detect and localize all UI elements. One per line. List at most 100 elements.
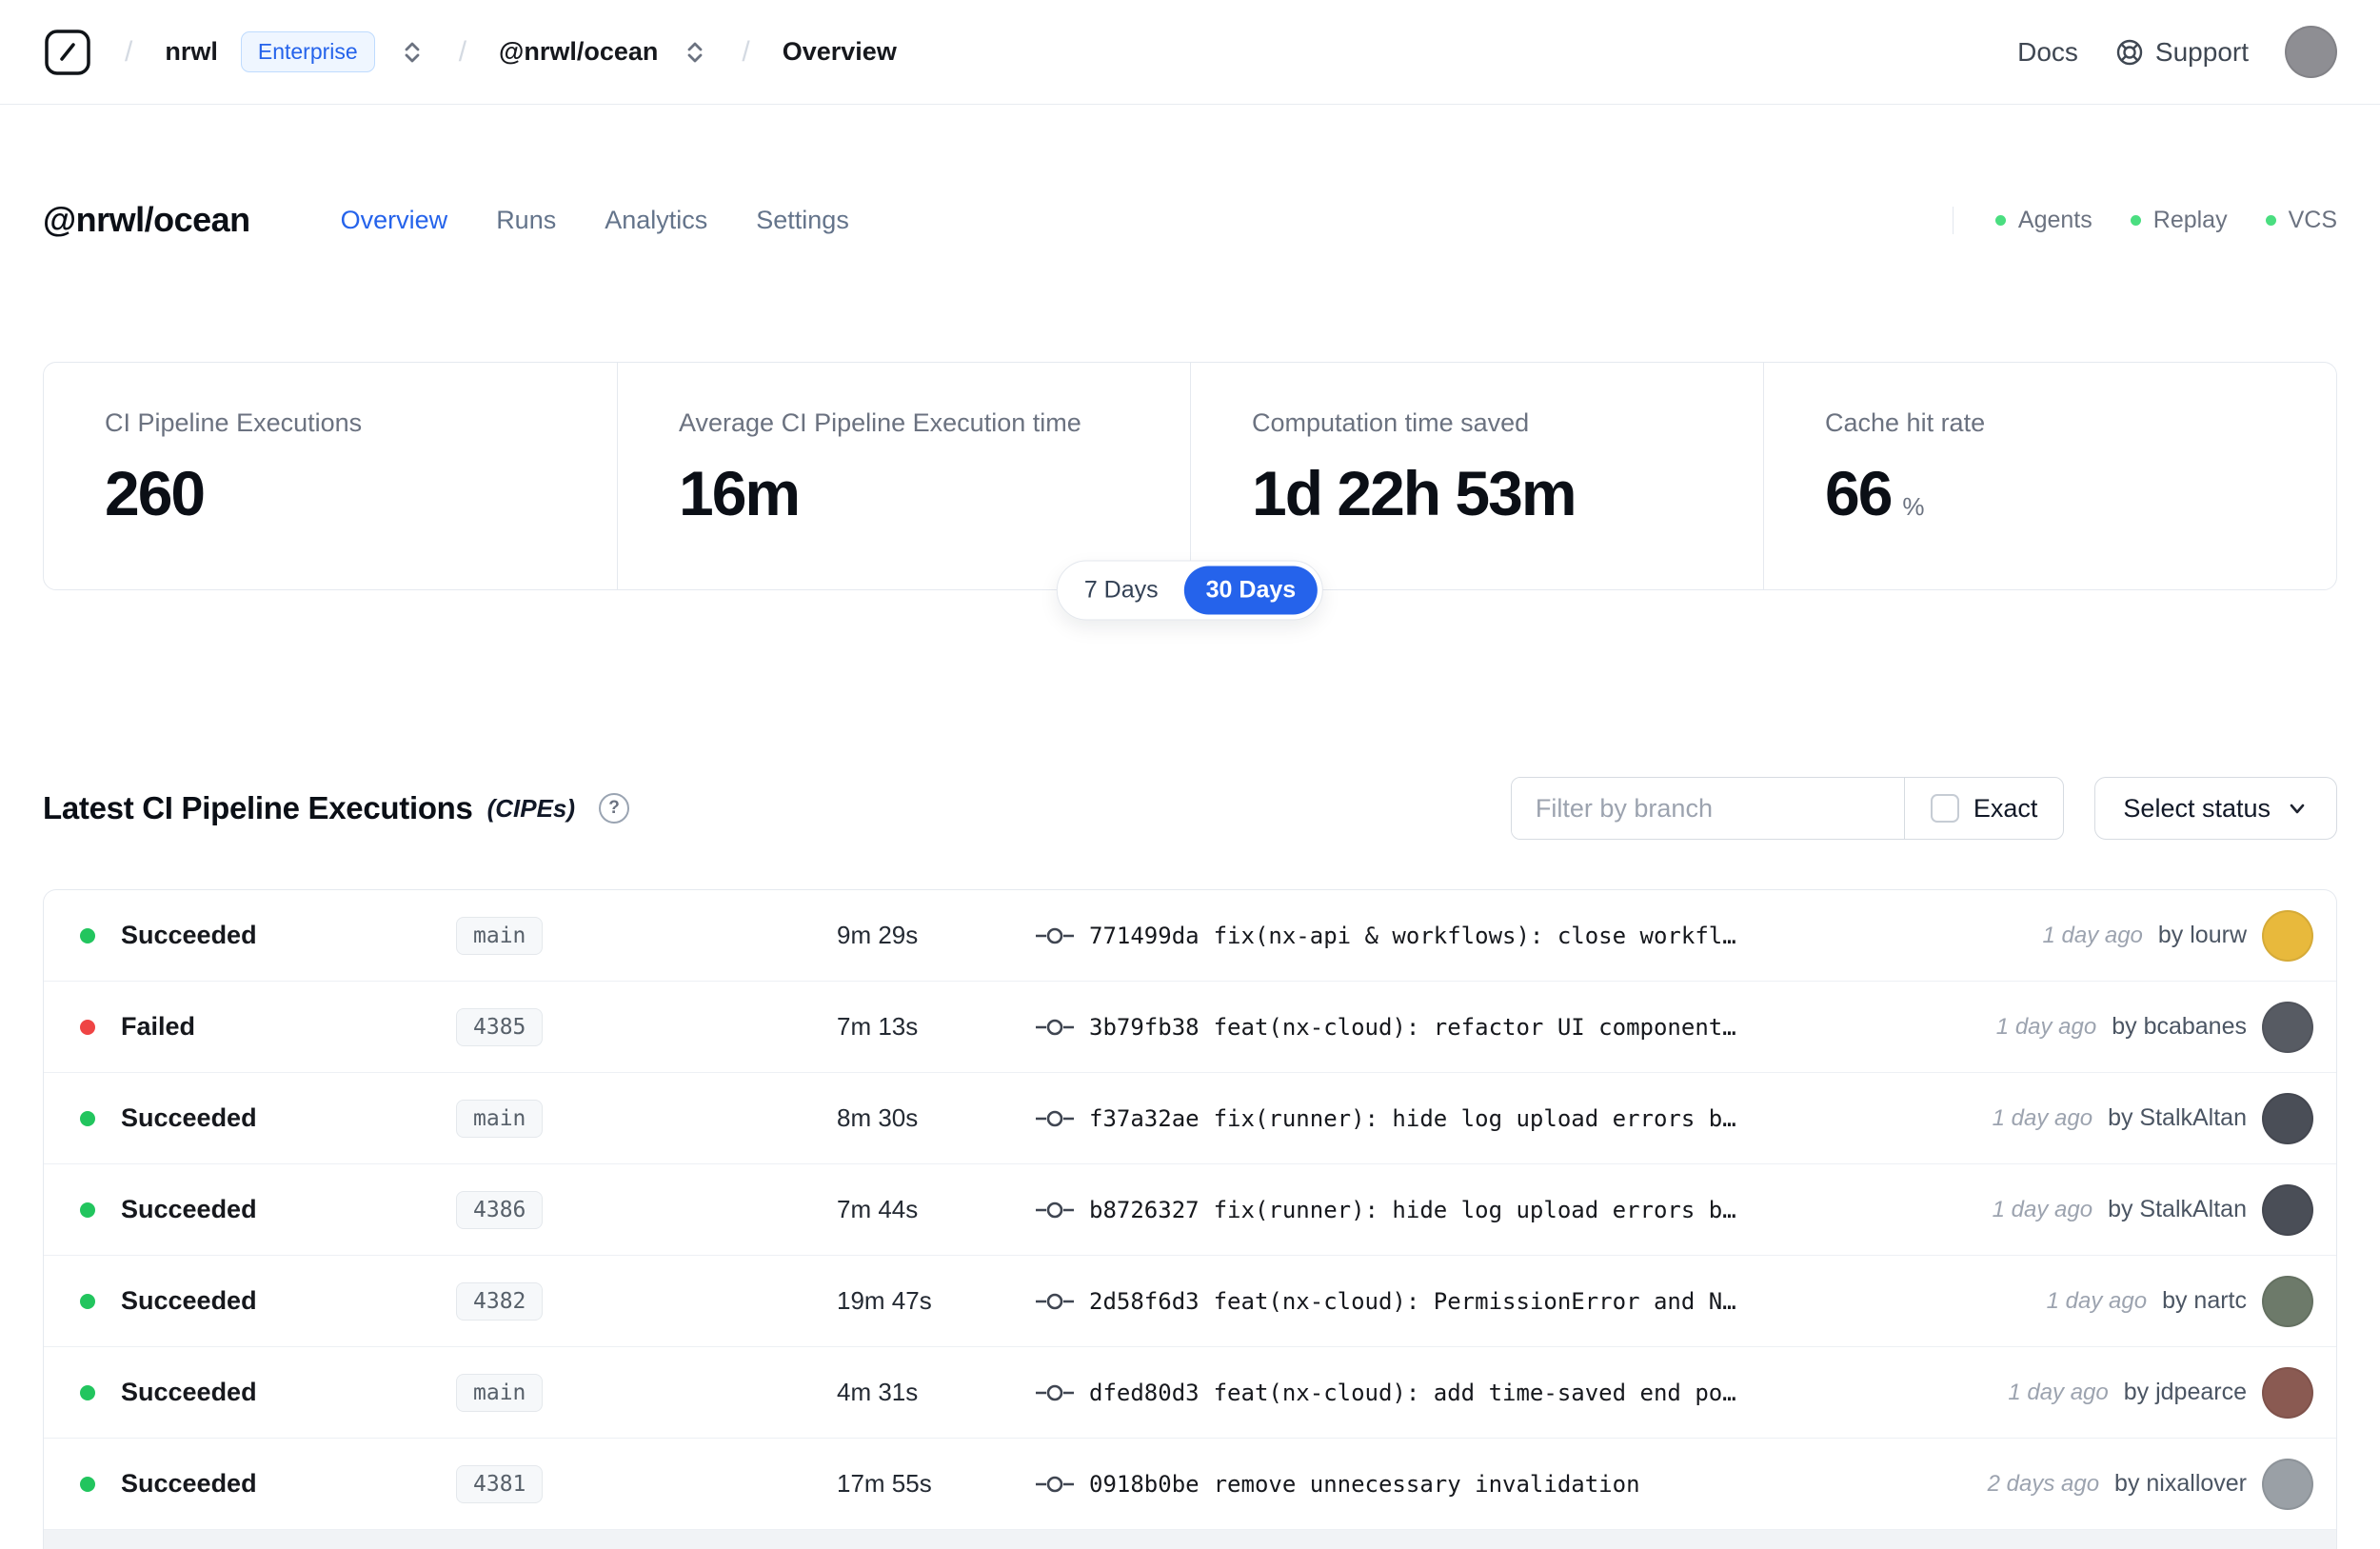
cipe-row[interactable]: Succeeded 4386 7m 44s b8726327 fix(runner… <box>44 1164 2336 1256</box>
breadcrumb-workspace[interactable]: @nrwl/ocean <box>499 37 658 67</box>
range-7-days-button[interactable]: 7 Days <box>1062 566 1180 615</box>
cipe-row[interactable]: Failed 4385 7m 13s 3b79fb38 feat(nx-cloud… <box>44 982 2336 1073</box>
time-ago: 1 day ago <box>2042 922 2143 948</box>
branch-badge: main <box>456 1373 544 1412</box>
branch-cell: main <box>456 1099 837 1138</box>
range-30-days-button[interactable]: 30 Days <box>1183 566 1319 615</box>
tab-analytics[interactable]: Analytics <box>605 206 707 235</box>
stat-card-cache-hit-rate: Cache hit rate 66% <box>1763 363 2336 589</box>
stat-label: Cache hit rate <box>1825 408 1986 437</box>
row-meta: 1 day ago by jdpearce <box>2008 1366 2313 1419</box>
breadcrumb: / nrwl Enterprise / @nrwl/ocean / Overvi… <box>43 28 897 77</box>
exact-match-toggle[interactable]: Exact <box>1903 778 2064 839</box>
support-link[interactable]: Support <box>2114 37 2249 68</box>
tab-settings[interactable]: Settings <box>756 206 849 235</box>
status-dot-icon <box>80 1110 95 1126</box>
author-avatar <box>2262 1458 2313 1510</box>
commit-message: feat(nx-cloud): refactor UI component… <box>1213 1013 1736 1041</box>
branch-cell: main <box>456 916 837 955</box>
stat-card-avg-time: Average CI Pipeline Execution time 16m <box>617 363 1190 589</box>
time-ago: 2 days ago <box>1987 1470 2100 1497</box>
stat-label: Average CI Pipeline Execution time <box>679 408 1081 437</box>
breadcrumb-org[interactable]: nrwl <box>165 37 218 67</box>
cipe-row[interactable]: Succeeded 4381 17m 55s 0918b0be remove un… <box>44 1439 2336 1530</box>
status-dot-icon <box>80 1201 95 1218</box>
cipe-row[interactable]: Succeeded 4382 19m 47s 2d58f6d3 feat(nx-c… <box>44 1256 2336 1347</box>
branch-filter-input[interactable] <box>1511 778 1904 839</box>
author: by nartc <box>2162 1287 2247 1314</box>
breadcrumb-separator: / <box>458 35 467 68</box>
tab-overview[interactable]: Overview <box>341 206 448 235</box>
cipes-subtitle: (CIPEs) <box>486 793 576 823</box>
commit-message: feat(nx-cloud): PermissionError and N… <box>1213 1287 1736 1315</box>
user-avatar[interactable] <box>2285 26 2337 78</box>
row-meta: 1 day ago by StalkAltan <box>1992 1092 2313 1144</box>
time-ago: 1 day ago <box>1992 1104 2093 1131</box>
time-ago: 1 day ago <box>2008 1379 2109 1405</box>
chevron-down-icon <box>2290 804 2305 814</box>
row-meta: 1 day ago by bcabanes <box>1996 1001 2313 1053</box>
table-next-row-partial <box>44 1530 2336 1549</box>
cipe-status: Succeeded <box>121 1286 257 1315</box>
workspace-switcher-button[interactable] <box>681 36 709 69</box>
cipes-header: Latest CI Pipeline Executions (CIPEs) ? … <box>43 777 2337 840</box>
cipes-section: Latest CI Pipeline Executions (CIPEs) ? … <box>43 590 2337 1549</box>
branch-badge: main <box>456 916 544 955</box>
git-commit-icon <box>1036 1473 1074 1496</box>
org-switcher-button[interactable] <box>398 36 426 69</box>
cipe-row[interactable]: Succeeded main 9m 29s 771499da fix(nx-api… <box>44 890 2336 982</box>
author-avatar <box>2262 909 2313 962</box>
workspace-tabs: Overview Runs Analytics Settings <box>341 206 849 235</box>
indicator-vcs[interactable]: VCS <box>2265 207 2337 234</box>
green-dot-icon <box>2265 214 2276 226</box>
row-meta: 1 day ago by StalkAltan <box>1993 1183 2313 1236</box>
enterprise-badge: Enterprise <box>240 31 375 72</box>
topbar: / nrwl Enterprise / @nrwl/ocean / Overvi… <box>0 0 2380 105</box>
cipe-row[interactable]: Succeeded main 4m 31s dfed80d3 feat(nx-cl… <box>44 1347 2336 1439</box>
exact-checkbox[interactable] <box>1930 794 1959 823</box>
indicator-label: Replay <box>2152 206 2228 233</box>
green-dot-icon <box>1994 214 2006 226</box>
branch-cell: 4386 <box>456 1190 837 1229</box>
author-avatar <box>2262 1366 2313 1419</box>
docs-link[interactable]: Docs <box>2017 37 2078 68</box>
branch-badge: 4382 <box>456 1281 544 1321</box>
stat-value: 16m <box>679 458 801 528</box>
cipes-title: Latest CI Pipeline Executions <box>43 790 473 825</box>
commit-text: dfed80d3 feat(nx-cloud): add time-saved e… <box>1089 1380 1985 1406</box>
row-meta: 1 day ago by nartc <box>2046 1275 2313 1327</box>
branch-cell: main <box>456 1373 837 1412</box>
stats-cards: CI Pipeline Executions 260 Average CI Pi… <box>43 362 2337 590</box>
commit-message: remove unnecessary invalidation <box>1213 1470 1640 1498</box>
indicator-agents[interactable]: Agents <box>1994 206 2092 234</box>
commit-text: f37a32ae fix(runner): hide log upload err… <box>1089 1105 1970 1132</box>
breadcrumb-separator: / <box>125 35 133 68</box>
branch-badge: 4386 <box>456 1190 544 1229</box>
breadcrumb-separator: / <box>742 35 750 68</box>
cipe-status: Succeeded <box>121 1469 257 1498</box>
chevron-up-down-icon <box>688 42 703 62</box>
cipe-row[interactable]: Succeeded main 8m 30s f37a32ae fix(runner… <box>44 1073 2336 1164</box>
author-avatar <box>2262 1183 2313 1236</box>
author: by jdpearce <box>2123 1379 2247 1405</box>
stat-label: Computation time saved <box>1252 408 1530 437</box>
author: by bcabanes <box>2112 1013 2247 1040</box>
cipe-status: Succeeded <box>121 1195 257 1223</box>
time-ago: 1 day ago <box>2046 1287 2148 1314</box>
status-dot-icon <box>80 927 95 943</box>
cipes-controls: Exact Select status <box>1510 777 2337 840</box>
author-avatar <box>2262 1275 2313 1327</box>
git-commit-icon <box>1036 1199 1074 1221</box>
commit-message: fix(runner): hide log upload errors b… <box>1213 1196 1736 1223</box>
indicator-label: Agents <box>2017 206 2092 233</box>
stat-label: CI Pipeline Executions <box>105 408 363 437</box>
indicator-replay[interactable]: Replay <box>2130 206 2228 234</box>
cipe-table: Succeeded main 9m 29s 771499da fix(nx-api… <box>43 889 2337 1549</box>
status-select-button[interactable]: Select status <box>2094 777 2337 840</box>
tab-runs[interactable]: Runs <box>496 206 556 235</box>
help-icon[interactable]: ? <box>599 793 630 824</box>
cipe-status: Failed <box>121 1012 196 1041</box>
nx-cloud-logo[interactable] <box>43 28 92 77</box>
stat-value: 66% <box>1825 458 1925 528</box>
status-indicators: Agents Replay VCS <box>1952 206 2337 234</box>
